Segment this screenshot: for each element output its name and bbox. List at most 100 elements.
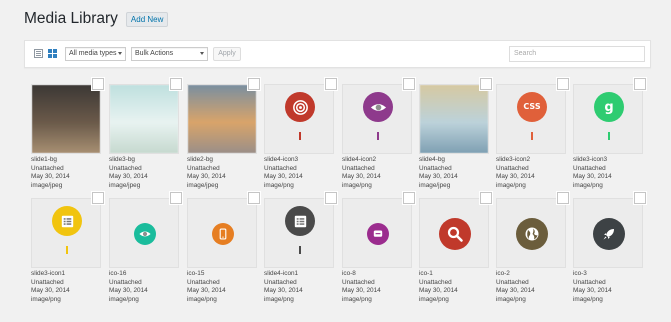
media-details: ico-8 Unattached May 30, 2014 image/png (342, 270, 418, 304)
upload-date: May 30, 2014 (109, 173, 148, 181)
mime-type: image/jpeg (109, 181, 141, 189)
file-name: slide4-icon2 (342, 156, 377, 163)
file-name: ico-3 (573, 270, 587, 277)
attach-status: Unattached (573, 164, 606, 172)
search-icon (420, 199, 488, 267)
attach-status: Unattached (187, 164, 220, 172)
media-details: ico-1 Unattached May 30, 2014 image/png (419, 270, 495, 304)
attach-status: Unattached (109, 278, 142, 286)
media-toolbar: All media types Bulk Actions Apply Searc… (24, 40, 651, 68)
list-icon (32, 199, 100, 267)
file-name: ico-16 (109, 270, 127, 277)
media-thumbnail[interactable] (109, 198, 179, 268)
media-thumbnail[interactable] (342, 198, 412, 268)
attach-status: Unattached (419, 164, 452, 172)
media-thumbnail[interactable] (419, 198, 489, 268)
mime-type: image/png (31, 295, 61, 303)
media-thumbnail[interactable] (573, 198, 643, 268)
select-checkbox[interactable] (170, 78, 182, 90)
bulk-actions-select[interactable]: Bulk Actions (131, 47, 208, 61)
select-checkbox[interactable] (248, 192, 260, 204)
media-thumbnail[interactable] (31, 84, 101, 154)
add-new-button[interactable]: Add New (125, 11, 169, 27)
search-input[interactable]: Search (509, 46, 645, 62)
media-type-value: All media types (69, 50, 117, 57)
upload-date: May 30, 2014 (496, 287, 535, 295)
file-name: ico-15 (187, 270, 205, 277)
select-checkbox[interactable] (634, 192, 646, 204)
photo-thumbnail-image (420, 85, 488, 153)
attach-status: Unattached (109, 164, 142, 172)
select-checkbox[interactable] (325, 192, 337, 204)
file-name: slide4-bg (419, 156, 445, 163)
upload-date: May 30, 2014 (342, 173, 381, 181)
media-details: slide3-icon2 Unattached May 30, 2014 image/… (496, 156, 572, 190)
attach-status: Unattached (264, 164, 297, 172)
photo-thumbnail-image (32, 85, 100, 153)
select-checkbox[interactable] (480, 78, 492, 90)
photo-thumbnail-image (110, 85, 178, 153)
upload-date: May 30, 2014 (419, 287, 458, 295)
upload-date: May 30, 2014 (31, 173, 70, 181)
chevron-down-icon (200, 52, 204, 55)
page-header: Media Library Add New (24, 10, 169, 28)
mime-type: image/png (573, 181, 603, 189)
chevron-down-icon (118, 52, 122, 55)
select-checkbox[interactable] (557, 192, 569, 204)
media-details: slide4-icon3 Unattached May 30, 2014 image/… (264, 156, 340, 190)
attach-status: Unattached (419, 278, 452, 286)
mobile-icon (188, 199, 256, 267)
apply-button[interactable]: Apply (213, 47, 241, 61)
css-icon: CSS (497, 85, 565, 153)
media-thumbnail[interactable] (264, 84, 334, 154)
file-name: ico-2 (496, 270, 510, 277)
page-title: Media Library (24, 10, 118, 27)
file-name: slide4-icon3 (264, 156, 299, 163)
media-thumbnail[interactable]: CSS (496, 84, 566, 154)
media-thumbnail[interactable]: g (573, 84, 643, 154)
file-name: ico-1 (419, 270, 433, 277)
globe-icon (497, 199, 565, 267)
select-checkbox[interactable] (480, 192, 492, 204)
media-details: ico-2 Unattached May 30, 2014 image/png (496, 270, 572, 304)
grid-view-icon[interactable] (48, 49, 57, 58)
attach-status: Unattached (496, 278, 529, 286)
upload-date: May 30, 2014 (419, 173, 458, 181)
eye-icon (343, 85, 411, 153)
upload-date: May 30, 2014 (264, 173, 303, 181)
media-thumbnail[interactable] (264, 198, 334, 268)
select-checkbox[interactable] (403, 192, 415, 204)
media-thumbnail[interactable] (496, 198, 566, 268)
media-thumbnail[interactable] (187, 198, 257, 268)
select-checkbox[interactable] (557, 78, 569, 90)
select-checkbox[interactable] (92, 78, 104, 90)
mime-type: image/png (187, 295, 217, 303)
mime-type: image/png (496, 181, 526, 189)
media-thumbnail[interactable] (342, 84, 412, 154)
media-thumbnail[interactable] (419, 84, 489, 154)
mime-type: image/png (264, 295, 294, 303)
select-checkbox[interactable] (248, 78, 260, 90)
attach-status: Unattached (31, 278, 64, 286)
media-thumbnail[interactable] (109, 84, 179, 154)
attach-status: Unattached (342, 164, 375, 172)
media-details: slide1-bg Unattached May 30, 2014 image/jpe… (31, 156, 107, 190)
media-thumbnail[interactable] (187, 84, 257, 154)
media-thumbnail[interactable] (31, 198, 101, 268)
mime-type: image/png (573, 295, 603, 303)
select-checkbox[interactable] (634, 78, 646, 90)
select-checkbox[interactable] (325, 78, 337, 90)
attach-status: Unattached (573, 278, 606, 286)
attach-status: Unattached (264, 278, 297, 286)
media-type-select[interactable]: All media types (65, 47, 126, 61)
select-checkbox[interactable] (170, 192, 182, 204)
mime-type: image/png (496, 295, 526, 303)
mime-type: image/jpeg (31, 181, 63, 189)
list-icon (265, 199, 333, 267)
list-view-icon[interactable] (34, 49, 43, 58)
select-checkbox[interactable] (403, 78, 415, 90)
file-name: slide3-icon1 (31, 270, 66, 277)
select-checkbox[interactable] (92, 192, 104, 204)
file-name: slide3-icon3 (573, 156, 608, 163)
file-name: slide2-bg (187, 156, 213, 163)
